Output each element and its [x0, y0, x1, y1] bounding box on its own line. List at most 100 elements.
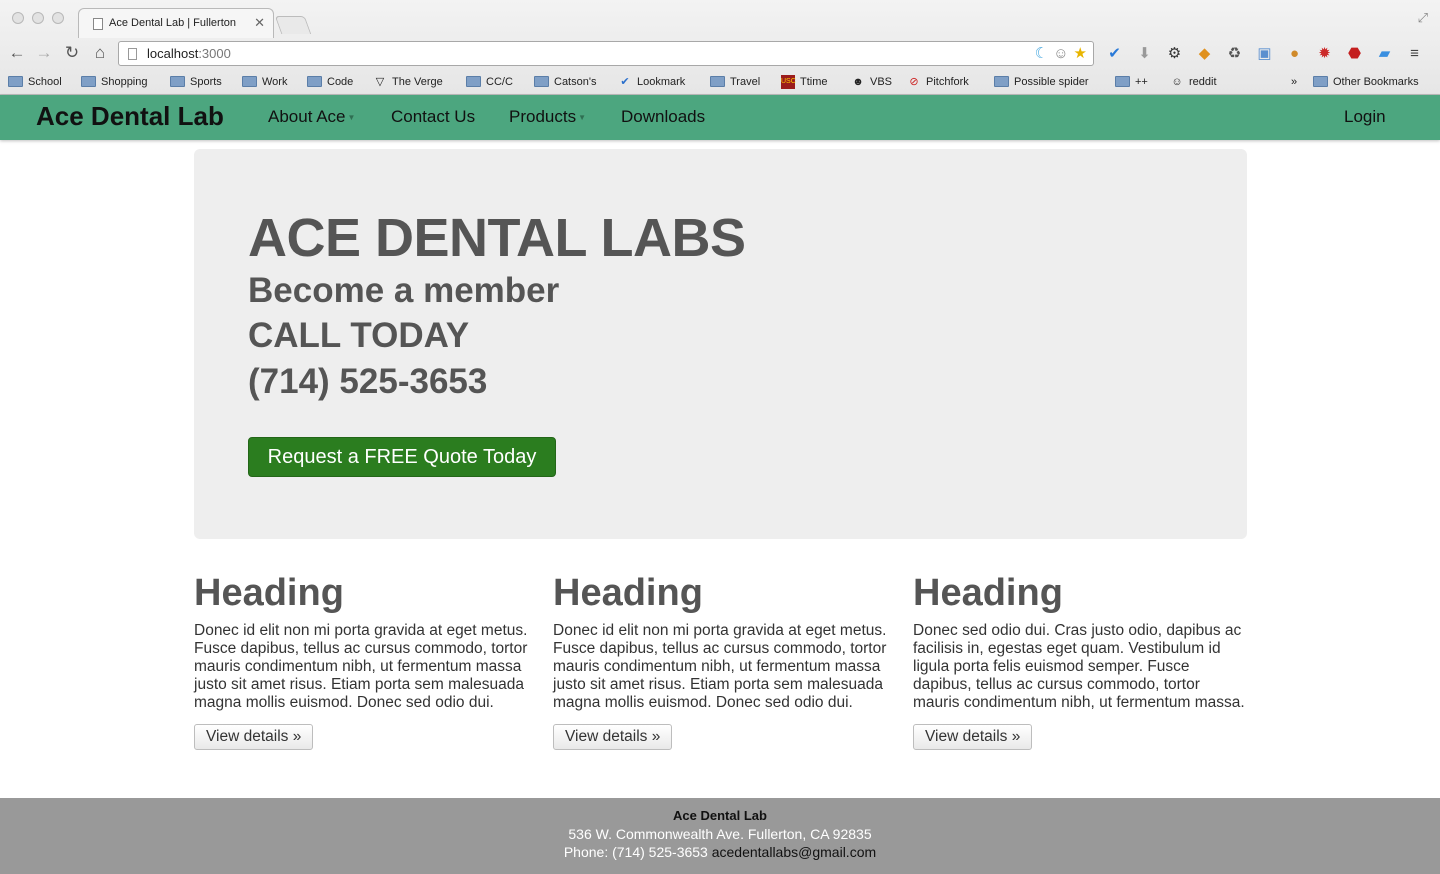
- adblock-icon[interactable]: ⬣: [1344, 43, 1365, 64]
- site-footer: Ace Dental Lab 536 W. Commonwealth Ave. …: [0, 798, 1440, 874]
- feature-column: Heading Donec id elit non mi porta gravi…: [194, 570, 530, 750]
- brand-link[interactable]: Ace Dental Lab: [36, 101, 224, 132]
- cookie-icon[interactable]: ●: [1284, 43, 1305, 64]
- bookmark-item[interactable]: School: [8, 73, 62, 90]
- extension-icons: ✔ ⬇ ⚙ ◆ ♻ ▣ ● ✹ ⬣ ▰ ≡: [1104, 43, 1425, 64]
- home-icon[interactable]: ⌂: [89, 42, 111, 64]
- window-icon[interactable]: ▣: [1254, 43, 1275, 64]
- bookmark-item[interactable]: CC/C: [466, 73, 513, 90]
- footer-contact: Phone: (714) 525-3653 acedentallabs@gmai…: [0, 844, 1440, 860]
- browser-tab[interactable]: Ace Dental Lab | Fullerton ✕: [78, 8, 274, 38]
- column-heading: Heading: [553, 572, 703, 614]
- tab-title: Ace Dental Lab | Fullerton: [109, 17, 236, 29]
- folder-icon: [81, 76, 96, 87]
- feature-column: Heading Donec id elit non mi porta gravi…: [553, 570, 889, 750]
- recycle-icon[interactable]: ♻: [1224, 43, 1245, 64]
- footer-email-link[interactable]: acedentallabs@gmail.com: [712, 844, 876, 860]
- reddit-alien-icon[interactable]: ☺: [1053, 45, 1068, 62]
- url-text: localhost:3000: [147, 46, 231, 61]
- close-window-button[interactable]: [12, 12, 24, 24]
- verge-icon: ▽: [375, 75, 385, 88]
- other-bookmarks[interactable]: Other Bookmarks: [1313, 73, 1419, 90]
- folder-icon: [8, 76, 23, 87]
- feature-column: Heading Donec sed odio dui. Cras justo o…: [913, 570, 1249, 750]
- bookmark-item[interactable]: ✔ Lookmark: [618, 73, 685, 90]
- page-icon: [128, 48, 137, 60]
- pitchfork-icon: ⊘: [909, 75, 919, 88]
- hero-title: ACE DENTAL LABS: [248, 208, 746, 268]
- bookmark-item[interactable]: Travel: [710, 73, 760, 90]
- page-icon: [93, 18, 103, 30]
- folder-icon: [534, 76, 549, 87]
- bookmark-item[interactable]: ⊘ Pitchfork: [907, 73, 968, 90]
- zoom-window-button[interactable]: [52, 12, 64, 24]
- title-bar: Ace Dental Lab | Fullerton ✕ ⤢: [0, 0, 1440, 38]
- view-details-button[interactable]: View details »: [913, 724, 1033, 750]
- folder-icon: [170, 76, 185, 87]
- bookmark-item[interactable]: ☻ VBS: [851, 73, 892, 90]
- bookmark-item[interactable]: Shopping: [81, 73, 148, 90]
- bookmark-item[interactable]: USC Ttime: [781, 73, 828, 90]
- gear-icon[interactable]: ⚙: [1164, 43, 1185, 64]
- view-details-button[interactable]: View details »: [194, 724, 314, 750]
- close-tab-icon[interactable]: ✕: [254, 15, 265, 31]
- column-text: Donec sed odio dui. Cras justo odio, dap…: [913, 622, 1245, 711]
- burst-icon[interactable]: ✹: [1314, 43, 1335, 64]
- minimize-window-button[interactable]: [32, 12, 44, 24]
- folder-icon: [1313, 76, 1328, 87]
- footer-company-name: Ace Dental Lab: [673, 808, 767, 823]
- footer-phone: Phone: (714) 525-3653: [563, 844, 708, 860]
- bookmark-star-icon[interactable]: ★: [1074, 45, 1087, 62]
- note-icon[interactable]: ▰: [1374, 43, 1395, 64]
- view-details-button[interactable]: View details »: [553, 724, 673, 750]
- nav-contact-us[interactable]: Contact Us: [391, 107, 475, 127]
- bookmark-item[interactable]: ☺ reddit: [1170, 73, 1216, 90]
- folder-icon: [466, 76, 481, 87]
- menu-icon[interactable]: ≡: [1404, 43, 1425, 64]
- column-text: Donec id elit non mi porta gravida at eg…: [194, 622, 528, 711]
- vbs-icon: ☻: [852, 75, 864, 88]
- browser-toolbar: ← → ↻ ⌂ localhost:3000 ☾ ☺ ★ ✔ ⬇ ⚙ ◆ ♻ ▣…: [0, 38, 1440, 68]
- bookmark-item[interactable]: ++: [1115, 73, 1148, 90]
- reload-icon[interactable]: ↻: [61, 42, 83, 64]
- download-icon[interactable]: ⬇: [1134, 43, 1155, 64]
- folder-icon: [994, 76, 1009, 87]
- new-tab-button[interactable]: [274, 16, 312, 34]
- bookmarks-overflow-button[interactable]: »: [1291, 73, 1297, 90]
- login-link[interactable]: Login: [1344, 107, 1386, 127]
- extension-moon-icon[interactable]: ☾: [1035, 45, 1048, 62]
- folder-icon: [1115, 76, 1130, 87]
- nav-about-ace[interactable]: About Ace ▼: [268, 107, 355, 127]
- hero-call-today: CALL TODAY: [248, 316, 470, 355]
- nav-downloads[interactable]: Downloads: [621, 107, 705, 127]
- folder-icon: [710, 76, 725, 87]
- footer-address: 536 W. Commonwealth Ave. Fullerton, CA 9…: [568, 826, 872, 842]
- hero-phone: (714) 525-3653: [248, 362, 488, 401]
- hero-subtitle: Become a member: [248, 271, 560, 310]
- forward-arrow-icon[interactable]: →: [33, 42, 55, 64]
- lookmark-icon: ✔: [620, 75, 630, 88]
- site-navbar: Ace Dental Lab About Ace ▼ Contact Us Pro…: [0, 95, 1440, 140]
- browser-chrome: Ace Dental Lab | Fullerton ✕ ⤢ ← → ↻ ⌂ l…: [0, 0, 1440, 95]
- column-heading: Heading: [913, 572, 1063, 614]
- bookmarks-bar: School Shopping Sports Work Code ▽ The Ve…: [0, 70, 1440, 92]
- check-extension-icon[interactable]: ✔: [1104, 43, 1125, 64]
- hero-jumbotron: ACE DENTAL LABS Become a member CALL TOD…: [194, 149, 1247, 539]
- back-arrow-icon[interactable]: ←: [6, 42, 28, 64]
- column-text: Donec id elit non mi porta gravida at eg…: [553, 622, 887, 711]
- bookmark-item[interactable]: ▽ The Verge: [373, 73, 443, 90]
- caret-down-icon: ▼: [347, 113, 356, 123]
- caret-down-icon: ▼: [578, 113, 587, 123]
- bookmark-item[interactable]: Sports: [170, 73, 222, 90]
- bookmark-item[interactable]: Work: [242, 73, 287, 90]
- column-heading: Heading: [194, 572, 344, 614]
- nav-products[interactable]: Products ▼: [509, 107, 586, 127]
- basket-icon[interactable]: ◆: [1194, 43, 1215, 64]
- bookmark-item[interactable]: Possible spider: [994, 73, 1089, 90]
- bookmark-item[interactable]: Code: [307, 73, 353, 90]
- bookmark-item[interactable]: Catson's: [534, 73, 596, 90]
- fullscreen-icon[interactable]: ⤢: [1418, 10, 1428, 26]
- request-quote-button[interactable]: Request a FREE Quote Today: [248, 437, 556, 477]
- usc-icon: USC: [781, 74, 796, 89]
- address-bar[interactable]: localhost:3000 ☾ ☺ ★: [118, 41, 1094, 66]
